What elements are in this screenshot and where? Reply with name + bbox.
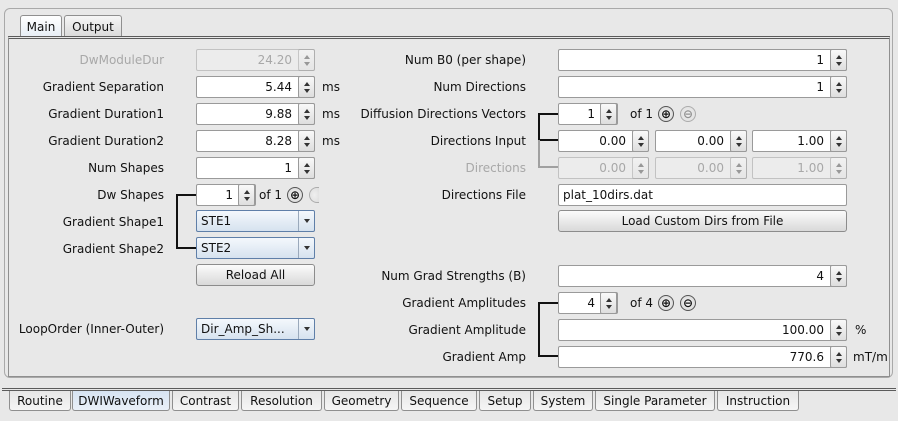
dw-shapes-add-icon[interactable]: ⊕: [287, 187, 303, 203]
gradient-amplitude-unit: %: [855, 323, 867, 337]
directions-bracket-lower: [538, 140, 558, 168]
gradient-shape1-value: STE1: [201, 214, 232, 228]
amplitudes-add-icon[interactable]: ⊕: [658, 295, 674, 311]
diffusion-directions-vectors-label: Diffusion Directions Vectors: [360, 107, 526, 121]
directions-label: Directions: [465, 161, 526, 175]
tab-output[interactable]: Output: [64, 15, 122, 37]
directions-input-y-spinner[interactable]: [730, 130, 747, 152]
tab-dwiwaveform[interactable]: DWIWaveform: [72, 391, 170, 411]
gradient-amp-spinner[interactable]: [830, 346, 847, 368]
loop-order-select[interactable]: Dir_Amp_Sh...: [196, 318, 315, 340]
tab-setup[interactable]: Setup: [479, 391, 531, 411]
directions-file-field[interactable]: plat_10dirs.dat: [558, 184, 847, 206]
gradient-amp-unit: mT/m: [853, 350, 888, 364]
dw-shapes-remove-icon[interactable]: [309, 187, 319, 203]
directions-z-spinner: [830, 157, 847, 179]
dw-shapes-spinner[interactable]: [238, 184, 255, 206]
dw-module-dur-label: DwModuleDur: [79, 53, 164, 67]
gradient-amplitudes-of: of 4: [630, 296, 654, 310]
directions-file-label: Directions File: [441, 188, 526, 202]
chevron-down-icon: [298, 319, 314, 339]
gradient-separation-label: Gradient Separation: [42, 80, 164, 94]
diffusion-directions-vectors-of: of 1: [630, 107, 654, 121]
gradient-duration2-spinner[interactable]: [298, 130, 315, 152]
dw-shapes-label: Dw Shapes: [97, 188, 164, 202]
num-b0-label: Num B0 (per shape): [404, 53, 526, 67]
tab-routine[interactable]: Routine: [9, 391, 71, 411]
tab-system[interactable]: System: [533, 391, 593, 411]
tab-instruction[interactable]: Instruction: [717, 391, 799, 411]
loop-order-label: LoopOrder (Inner-Outer): [18, 322, 164, 336]
amplitudes-remove-icon[interactable]: ⊖: [680, 295, 696, 311]
gradient-amp-label: Gradient Amp: [442, 350, 526, 364]
dw-shapes-of: of 1: [259, 188, 283, 202]
tab-geometry[interactable]: Geometry: [324, 391, 399, 411]
reload-all-button[interactable]: Reload All: [196, 264, 315, 286]
num-shapes-spinner[interactable]: [298, 157, 315, 179]
gradient-shape2-value: STE2: [201, 241, 232, 255]
gradient-separation-unit: ms: [322, 80, 340, 94]
num-grad-strengths-field[interactable]: 4: [558, 265, 847, 287]
chevron-down-icon: [298, 238, 314, 258]
tab-sequence[interactable]: Sequence: [401, 391, 477, 411]
gradient-amp-field[interactable]: 770.6: [558, 346, 847, 368]
gradient-amplitudes-spinner[interactable]: [600, 292, 617, 314]
directions-input-z-spinner[interactable]: [830, 130, 847, 152]
num-b0-field[interactable]: 1: [558, 49, 847, 71]
directions-input-x-spinner[interactable]: [632, 130, 649, 152]
tab-resolution[interactable]: Resolution: [241, 391, 322, 411]
directions-remove-icon[interactable]: ⊖: [680, 106, 696, 122]
gradient-duration2-unit: ms: [322, 134, 340, 148]
num-directions-field[interactable]: 1: [558, 76, 847, 98]
dw-module-dur-spinner: [298, 49, 315, 71]
amplitudes-bracket: [538, 302, 558, 357]
gradient-duration1-spinner[interactable]: [298, 103, 315, 125]
num-grad-strengths-spinner[interactable]: [830, 265, 847, 287]
diffusion-directions-vectors-spinner[interactable]: [600, 103, 617, 125]
gradient-amplitude-label: Gradient Amplitude: [408, 323, 526, 337]
directions-bracket: [538, 113, 558, 141]
num-grad-strengths-label: Num Grad Strengths (B): [381, 269, 526, 283]
gradient-shape1-label: Gradient Shape1: [62, 215, 164, 229]
gradient-amplitude-field[interactable]: 100.00: [558, 319, 847, 341]
directions-x-spinner: [632, 157, 649, 179]
tab-contrast[interactable]: Contrast: [172, 391, 239, 411]
tab-main[interactable]: Main: [20, 15, 62, 37]
gradient-shape2-select[interactable]: STE2: [196, 237, 315, 259]
gradient-shape2-label: Gradient Shape2: [62, 242, 164, 256]
gradient-shape1-select[interactable]: STE1: [196, 210, 315, 232]
chevron-down-icon: [298, 211, 314, 231]
load-custom-dirs-button[interactable]: Load Custom Dirs from File: [558, 210, 847, 232]
gradient-separation-spinner[interactable]: [298, 76, 315, 98]
gradient-amplitudes-label: Gradient Amplitudes: [402, 296, 526, 310]
num-shapes-label: Num Shapes: [88, 161, 164, 175]
tab-single-parameter[interactable]: Single Parameter: [595, 391, 715, 411]
gradient-amplitude-spinner[interactable]: [830, 319, 847, 341]
num-b0-spinner[interactable]: [830, 49, 847, 71]
gradient-duration1-label: Gradient Duration1: [48, 107, 164, 121]
loop-order-value: Dir_Amp_Sh...: [201, 322, 285, 336]
gradient-duration1-unit: ms: [322, 107, 340, 121]
directions-add-icon[interactable]: ⊕: [658, 106, 674, 122]
num-directions-spinner[interactable]: [830, 76, 847, 98]
directions-y-spinner: [730, 157, 747, 179]
directions-input-label: Directions Input: [430, 134, 526, 148]
gradient-duration2-label: Gradient Duration2: [48, 134, 164, 148]
dw-shapes-bracket: [176, 194, 196, 249]
num-directions-label: Num Directions: [433, 80, 526, 94]
